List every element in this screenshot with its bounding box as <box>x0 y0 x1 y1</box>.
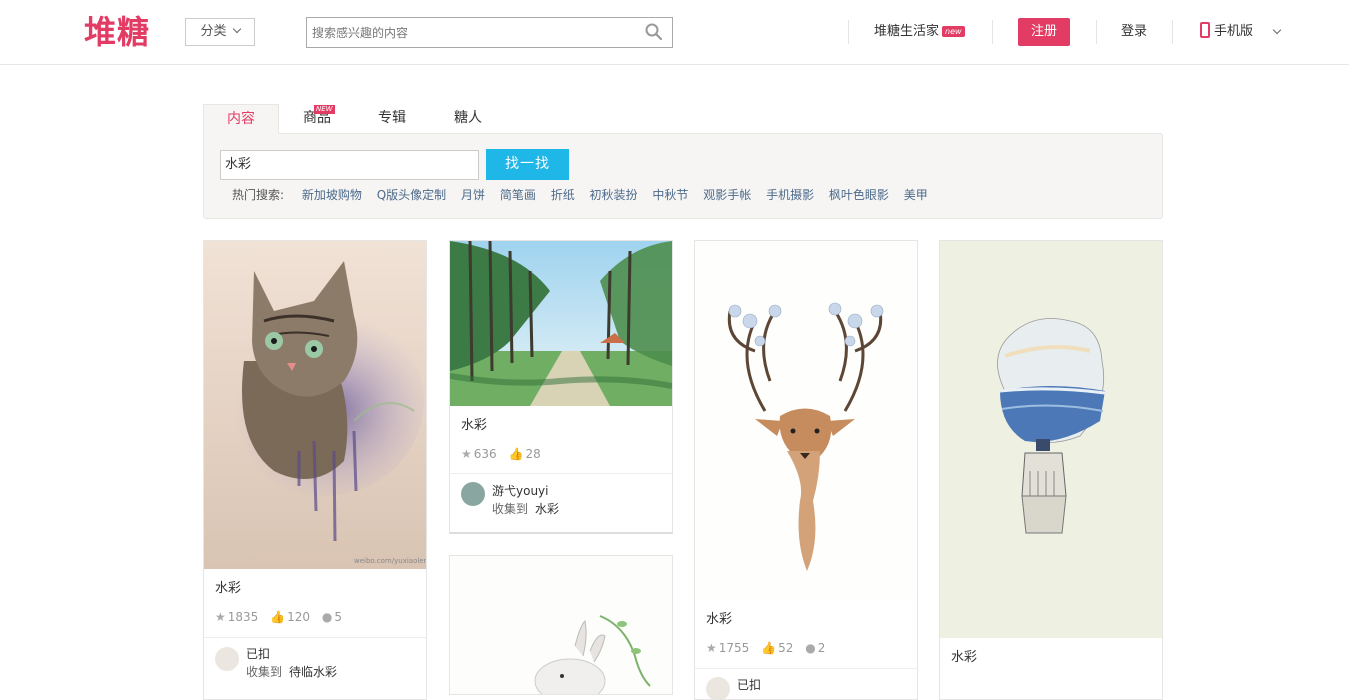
hot-search-link[interactable]: 月饼 <box>461 188 485 202</box>
image-watermark: weibo.com/yuxiaoleng <box>354 557 426 565</box>
card-title[interactable]: 水彩 <box>461 418 487 434</box>
pin-card[interactable]: 水彩 ★ 636 👍 28 游弋youyi 收集到 水彩 <box>449 240 673 534</box>
card-divider <box>695 668 917 669</box>
card-stats: ★ 1835 👍 120 ● 5 <box>215 609 350 625</box>
category-dropdown[interactable]: 分类 <box>185 18 255 46</box>
card-stats: ★ 636 👍 28 <box>461 446 549 462</box>
favorite-count: 636 <box>473 447 497 461</box>
header-divider <box>1172 20 1173 44</box>
cat-watercolor-image[interactable]: weibo.com/yuxiaoleng <box>204 241 426 569</box>
star-icon: ★ <box>461 447 472 461</box>
sea-tube-watercolor-image[interactable] <box>940 241 1162 638</box>
chevron-down-icon[interactable] <box>1272 25 1282 35</box>
new-badge: new <box>942 26 965 37</box>
deer-watercolor-image[interactable] <box>695 241 917 599</box>
album-link[interactable]: 水彩 <box>535 502 559 516</box>
comment-count: 5 <box>334 610 342 624</box>
life-link[interactable]: 堆糖生活家 new <box>874 22 965 42</box>
search-input[interactable] <box>307 18 627 47</box>
avatar[interactable] <box>461 482 485 506</box>
pin-card[interactable]: 水彩 <box>939 240 1163 700</box>
tab-albums[interactable]: 专辑 <box>363 104 421 133</box>
hot-search-link[interactable]: 枫叶色眼影 <box>829 188 889 202</box>
header-divider <box>848 20 849 44</box>
hot-search-link[interactable]: 中秋节 <box>652 188 688 202</box>
card-title[interactable]: 水彩 <box>951 650 977 666</box>
card-collect-line: 收集到 待临水彩 <box>246 664 337 680</box>
top-header: 堆糖 分类 堆糖生活家new 注册 登录 手机版 <box>0 0 1349 65</box>
thumbs-up-icon: 👍 <box>508 447 524 461</box>
chevron-down-icon <box>232 24 241 34</box>
register-button[interactable]: 注册 <box>1018 18 1070 46</box>
site-logo[interactable]: 堆糖 <box>84 12 150 52</box>
like-count: 52 <box>778 641 794 655</box>
comment-icon: ● <box>805 641 816 655</box>
card-user-name[interactable]: 游弋youyi <box>492 483 549 499</box>
keyword-input[interactable]: 水彩 <box>220 150 479 180</box>
comment-icon: ● <box>321 610 333 624</box>
avatar[interactable] <box>215 647 239 671</box>
card-collect-line: 收集到 水彩 <box>492 501 559 517</box>
hot-search-link[interactable]: 简笔画 <box>500 188 536 202</box>
star-icon: ★ <box>706 641 717 655</box>
header-divider <box>1096 20 1097 44</box>
album-link[interactable]: 待临水彩 <box>289 665 337 679</box>
hot-search-link[interactable]: Q版头像定制 <box>377 188 446 202</box>
tab-goods[interactable]: 商品 NEW <box>288 104 346 133</box>
hot-search-link[interactable]: 新加坡购物 <box>302 188 362 202</box>
favorite-count: 1835 <box>227 610 259 624</box>
card-divider <box>450 473 672 474</box>
collect-label: 收集到 <box>492 502 529 516</box>
search-box <box>306 17 673 48</box>
comment-count: 2 <box>817 641 826 655</box>
category-label: 分类 <box>200 24 227 39</box>
pin-card[interactable]: weibo.com/yuxiaoleng 水彩 ★ 1835 👍 120 ● 5 已扣… <box>203 240 427 700</box>
search-icon[interactable] <box>645 23 662 40</box>
find-button[interactable]: 找一找 <box>486 149 569 180</box>
hot-search-link[interactable]: 初秋装扮 <box>590 188 638 202</box>
hot-search-link[interactable]: 手机摄影 <box>766 188 814 202</box>
favorite-count: 1755 <box>718 641 750 655</box>
trees-watercolor-image[interactable] <box>450 241 672 406</box>
thumbs-up-icon: 👍 <box>761 641 777 655</box>
card-user-name[interactable]: 已扣 <box>246 646 270 662</box>
avatar[interactable] <box>706 677 730 699</box>
hot-searches: 热门搜索: 新加坡购物 Q版头像定制 月饼 简笔画 折纸 初秋装扮 中秋节 观影… <box>232 187 939 203</box>
like-count: 120 <box>287 610 310 624</box>
search-panel: 水彩 找一找 热门搜索: 新加坡购物 Q版头像定制 月饼 简笔画 折纸 初秋装扮… <box>203 133 1163 219</box>
collect-label: 收集到 <box>246 665 283 679</box>
like-count: 28 <box>525 447 541 461</box>
phone-icon <box>1200 22 1210 38</box>
star-icon: ★ <box>215 610 226 624</box>
card-stats: ★ 1755 👍 52 ● 2 <box>706 640 833 656</box>
hot-search-label: 热门搜索: <box>232 188 285 202</box>
tab-content[interactable]: 内容 <box>203 104 279 134</box>
pin-card[interactable] <box>449 555 673 695</box>
pin-card[interactable]: 水彩 ★ 1755 👍 52 ● 2 已扣 <box>694 240 918 700</box>
card-user-name[interactable]: 已扣 <box>737 677 761 693</box>
hot-search-link[interactable]: 观影手帐 <box>703 188 751 202</box>
login-link[interactable]: 登录 <box>1121 22 1147 42</box>
hot-search-link[interactable]: 美甲 <box>904 188 928 202</box>
mobile-label: 手机版 <box>1214 24 1254 39</box>
mobile-version-link[interactable]: 手机版 <box>1200 22 1253 42</box>
header-divider <box>992 20 993 44</box>
life-label: 堆糖生活家 <box>874 24 940 39</box>
hot-search-link[interactable]: 折纸 <box>551 188 575 202</box>
thumbs-up-icon: 👍 <box>270 610 286 624</box>
card-title[interactable]: 水彩 <box>706 612 732 628</box>
tab-users[interactable]: 糖人 <box>439 104 497 133</box>
card-title[interactable]: 水彩 <box>215 581 241 597</box>
tab-label: 专辑 <box>378 110 406 126</box>
tab-label: 内容 <box>227 111 255 127</box>
new-badge: NEW <box>314 105 335 114</box>
card-divider <box>204 637 426 638</box>
rabbit-watercolor-image[interactable] <box>450 556 672 695</box>
tab-label: 糖人 <box>454 110 482 126</box>
